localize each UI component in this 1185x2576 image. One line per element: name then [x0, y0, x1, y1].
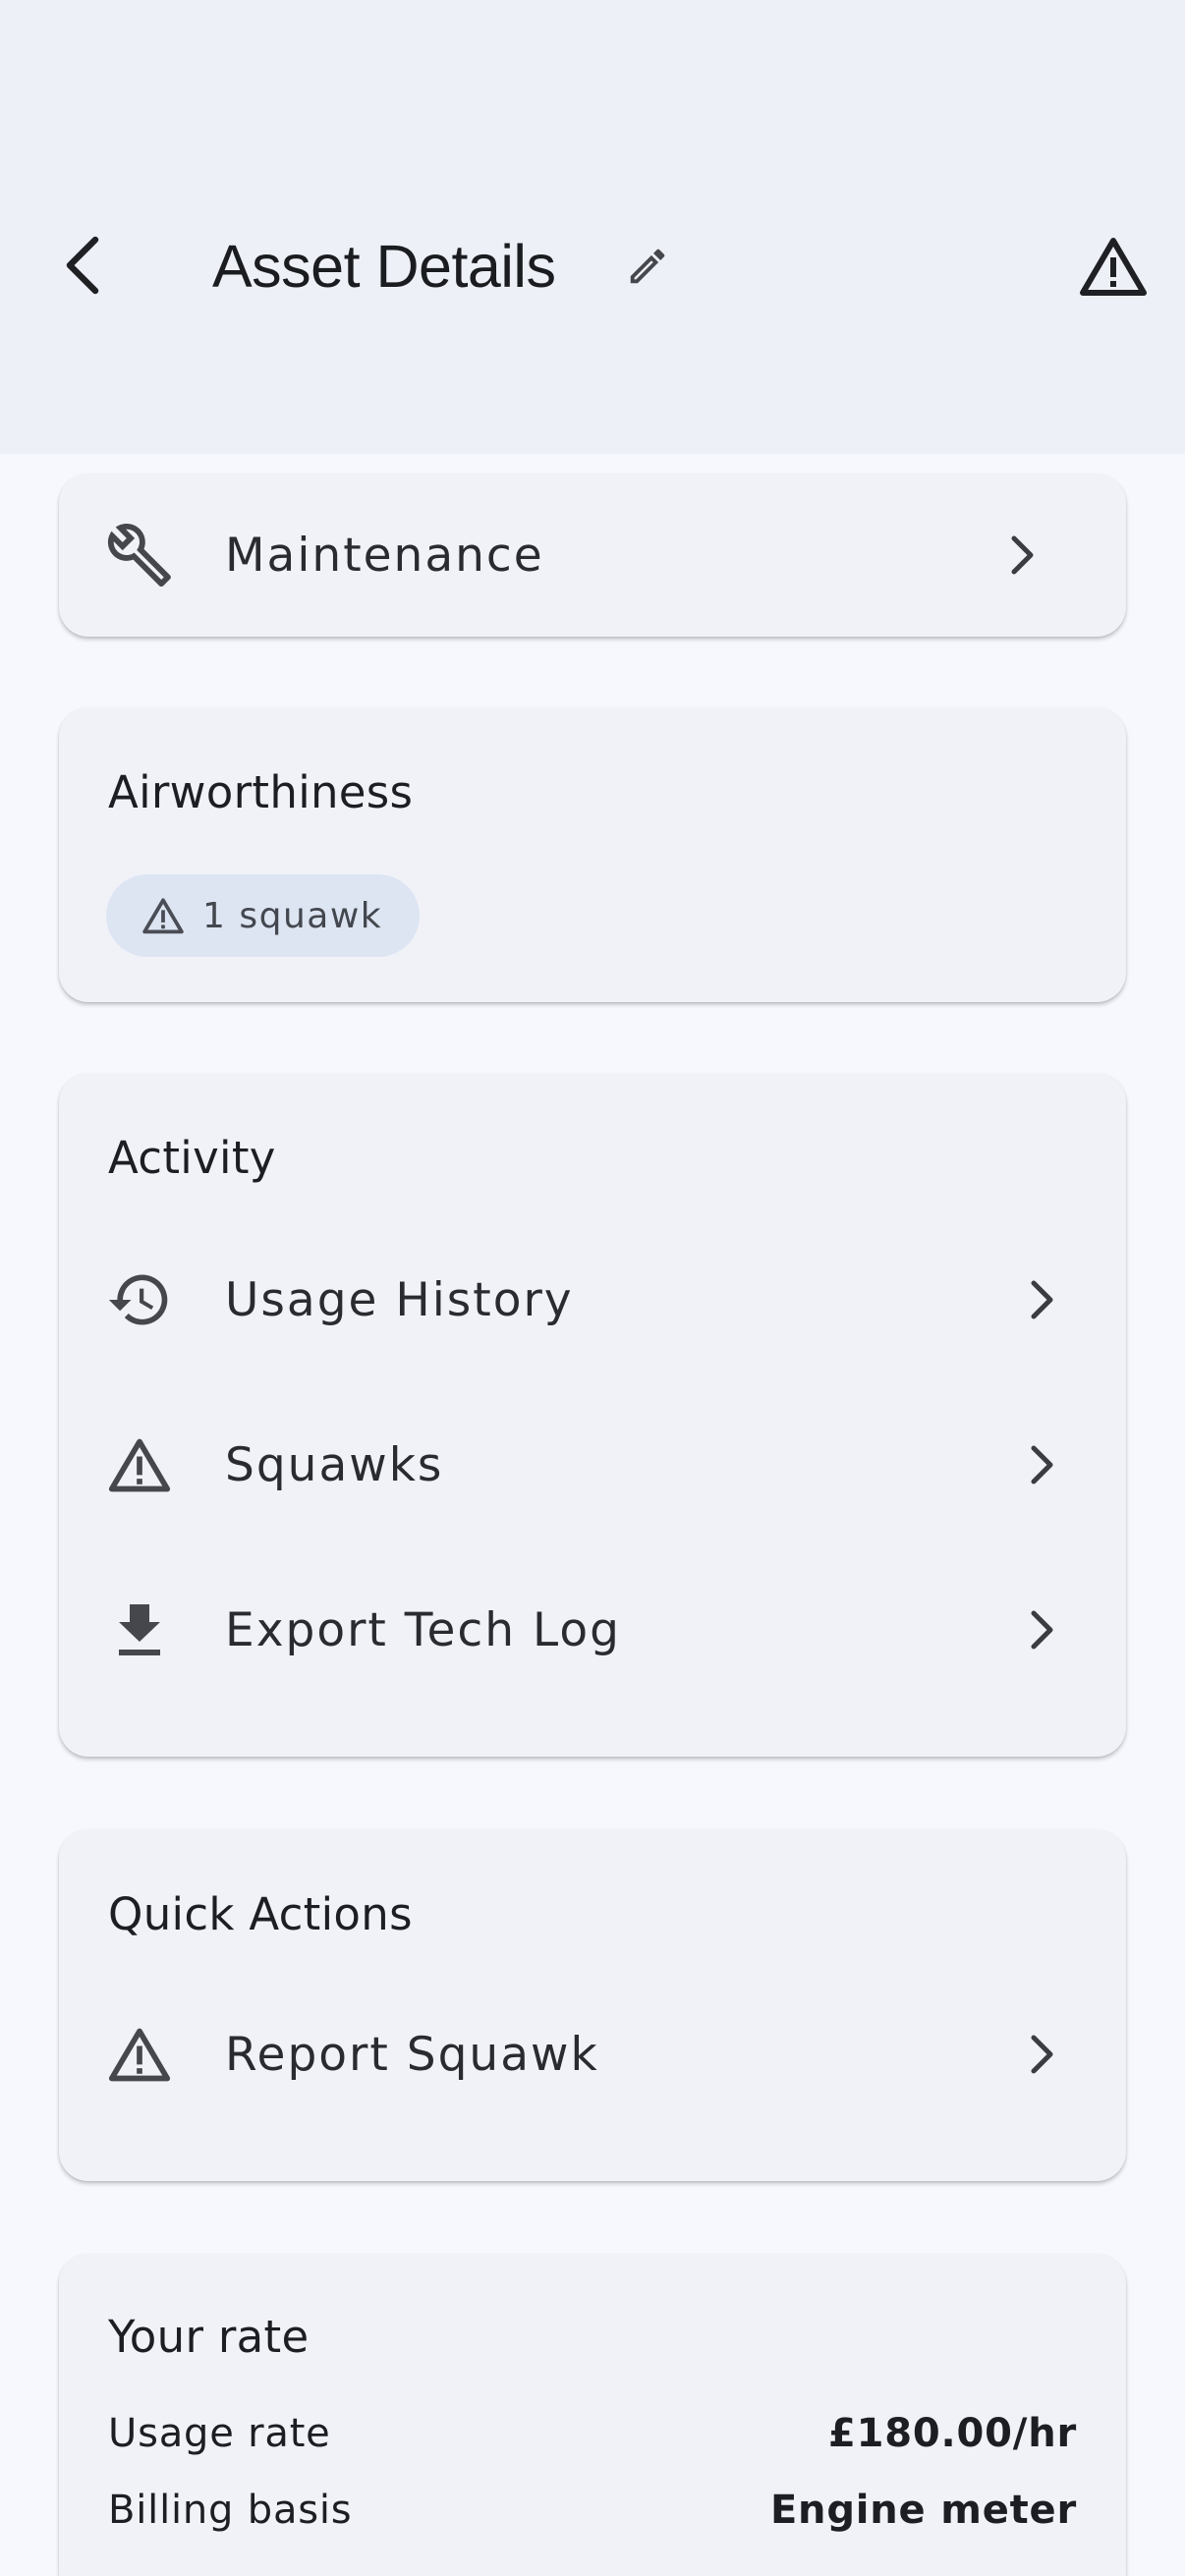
airworthiness-title: Airworthiness: [108, 766, 414, 818]
app-bar: Asset Details: [0, 0, 1185, 454]
squawks-row[interactable]: Squawks: [59, 1391, 1126, 1539]
chevron-right-icon: [1031, 2035, 1053, 2074]
warning-triangle-icon: [142, 898, 184, 934]
quick-actions-title: Quick Actions: [108, 1888, 413, 1940]
usage-rate-value: £180.00/hr: [828, 2411, 1077, 2456]
warning-triangle-icon: [108, 2028, 171, 2082]
usage-history-label: Usage History: [225, 1272, 574, 1327]
wrench-icon: [107, 523, 171, 588]
billing-basis-row: Billing basis Engine meter: [108, 2488, 1077, 2533]
chevron-right-icon: [1031, 1445, 1053, 1484]
maintenance-row[interactable]: Maintenance: [59, 481, 1126, 629]
edit-button[interactable]: [615, 234, 680, 299]
export-tech-log-label: Export Tech Log: [225, 1602, 621, 1657]
maintenance-label: Maintenance: [225, 528, 544, 583]
usage-rate-label: Usage rate: [108, 2411, 331, 2456]
billing-basis-value: Engine meter: [769, 2488, 1077, 2533]
quick-actions-card: Quick Actions Report Squawk: [59, 1829, 1126, 2181]
download-icon: [119, 1604, 160, 1655]
billing-basis-label: Billing basis: [108, 2488, 353, 2533]
page-title: Asset Details: [212, 233, 556, 300]
activity-card: Activity Usage History Squawks Export Te…: [59, 1073, 1126, 1757]
chevron-left-icon: [66, 236, 99, 295]
usage-rate-row: Usage rate £180.00/hr: [108, 2411, 1077, 2456]
chevron-right-icon: [1031, 1280, 1053, 1319]
report-squawk-label: Report Squawk: [225, 2027, 599, 2082]
squawks-label: Squawks: [225, 1437, 444, 1492]
airworthiness-card: Airworthiness 1 squawk: [59, 707, 1126, 1002]
squawk-chip-label: 1 squawk: [202, 895, 383, 936]
export-tech-log-row[interactable]: Export Tech Log: [59, 1556, 1126, 1704]
pencil-icon: [630, 249, 665, 284]
warning-triangle-icon: [108, 1438, 171, 1492]
rate-card: Your rate Usage rate £180.00/hr Billing …: [59, 2254, 1126, 2576]
squawk-status-chip[interactable]: 1 squawk: [106, 874, 421, 957]
chevron-right-icon: [1011, 535, 1034, 575]
maintenance-card[interactable]: Maintenance: [59, 474, 1126, 637]
back-button[interactable]: [51, 221, 112, 309]
chevron-right-icon: [1031, 1610, 1053, 1650]
rate-title: Your rate: [108, 2311, 310, 2363]
report-squawk-row[interactable]: Report Squawk: [59, 1981, 1126, 2128]
alert-button[interactable]: [1075, 228, 1152, 305]
usage-history-row[interactable]: Usage History: [59, 1226, 1126, 1373]
activity-title: Activity: [108, 1132, 276, 1184]
history-icon: [108, 1274, 168, 1325]
warning-triangle-icon: [1080, 238, 1147, 296]
